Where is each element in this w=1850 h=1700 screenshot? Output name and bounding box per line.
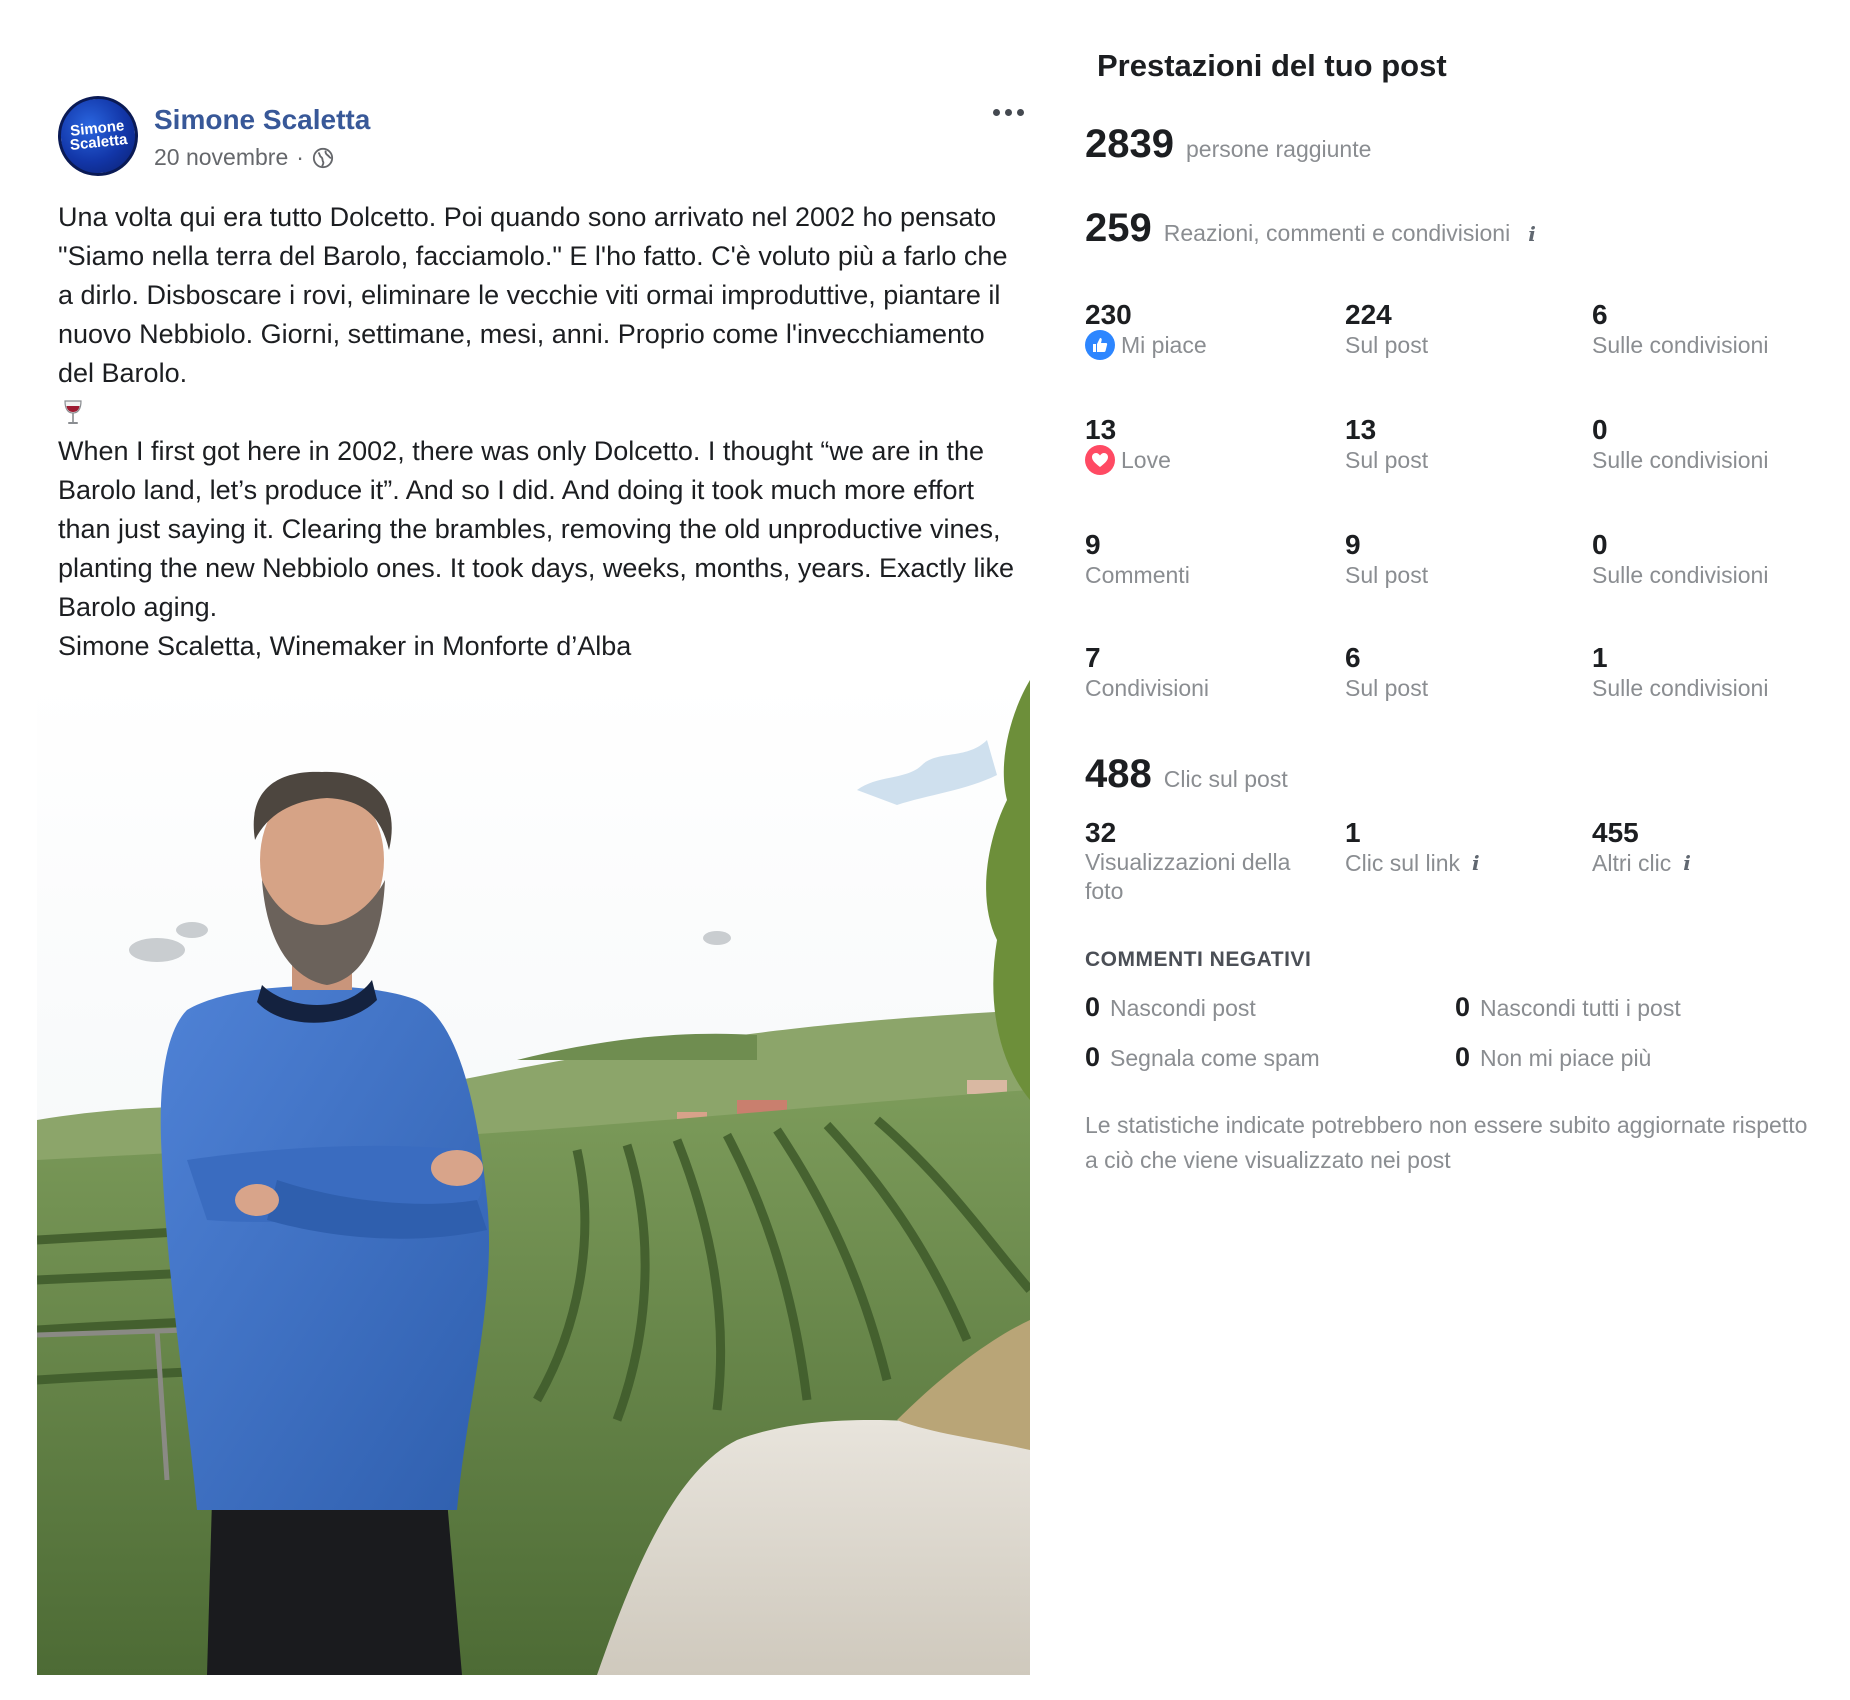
love-total-value: 13	[1085, 414, 1117, 445]
info-icon[interactable]: i	[1528, 222, 1536, 246]
more-options-icon[interactable]	[986, 100, 1030, 124]
like-on-shares-value: 6	[1592, 299, 1608, 330]
avatar-text-line2: Scaletta	[69, 131, 129, 154]
love-total-label: Love	[1121, 447, 1171, 473]
love-on-post-label: Sul post	[1345, 447, 1429, 473]
comments-on-post-stat: 9 Sul post	[1345, 530, 1428, 590]
like-total-stat: 230 Mi piace	[1085, 300, 1207, 360]
shares-on-post-stat: 6 Sul post	[1345, 643, 1428, 703]
negative-hide-all-label: Nascondi tutti i post	[1480, 995, 1681, 1021]
negative-hide-post-label: Nascondi post	[1110, 995, 1256, 1021]
comments-on-post-label: Sul post	[1345, 562, 1429, 588]
link-clicks-label-row: Clic sul link i	[1345, 848, 1480, 878]
comments-on-post-value: 9	[1345, 529, 1361, 560]
post-meta: 20 novembre ·	[154, 144, 334, 171]
reach-label: persone raggiunte	[1185, 136, 1372, 162]
love-icon	[1085, 445, 1115, 475]
like-total-value: 230	[1085, 299, 1132, 330]
post-clicks-value: 488	[1085, 752, 1152, 796]
insights-disclaimer: Le statistiche indicate potrebbero non e…	[1085, 1112, 1808, 1173]
love-on-post-value: 13	[1345, 414, 1377, 445]
post-photo[interactable]	[37, 680, 1030, 1675]
like-on-post-label: Sul post	[1345, 332, 1429, 358]
comments-total-stat: 9 Commenti	[1085, 530, 1190, 590]
other-clicks-stat: 455 Altri clic i	[1592, 818, 1691, 878]
info-icon[interactable]: i	[1683, 848, 1691, 878]
love-on-shares-value: 0	[1592, 414, 1608, 445]
comments-on-shares-stat: 0 Sulle condivisioni	[1592, 530, 1768, 590]
author-name[interactable]: Simone Scaletta	[154, 104, 370, 136]
post-text-italian: Una volta qui era tutto Dolcetto. Poi qu…	[58, 202, 1015, 388]
love-on-shares-stat: 0 Sulle condivisioni	[1592, 415, 1768, 475]
photo-views-label: Visualizzazioni della foto	[1085, 849, 1291, 904]
negative-unlike-value: 0	[1455, 1042, 1471, 1072]
shares-on-post-label: Sul post	[1345, 675, 1429, 701]
like-on-shares-stat: 6 Sulle condivisioni	[1592, 300, 1768, 360]
comments-on-shares-value: 0	[1592, 529, 1608, 560]
like-on-post-value: 224	[1345, 299, 1392, 330]
reach-stat: 2839 persone raggiunte	[1085, 122, 1371, 167]
insights-title: Prestazioni del tuo post	[1097, 48, 1447, 83]
negative-hide-post-value: 0	[1085, 992, 1101, 1022]
negative-feedback-title: COMMENTI NEGATIVI	[1085, 948, 1312, 971]
link-clicks-label: Clic sul link	[1345, 850, 1461, 876]
link-clicks-stat: 1 Clic sul link i	[1345, 818, 1480, 878]
meta-separator: ·	[296, 144, 304, 170]
photo-views-value: 32	[1085, 817, 1117, 848]
post-text: Una volta qui era tutto Dolcetto. Poi qu…	[58, 198, 1018, 666]
more-dot	[1004, 108, 1012, 116]
engagement-value: 259	[1085, 206, 1152, 250]
love-total-label-row: Love	[1085, 445, 1171, 475]
post-signature: Simone Scaletta, Winemaker in Monforte d…	[58, 631, 632, 661]
shares-on-post-value: 6	[1345, 642, 1361, 673]
reach-value: 2839	[1085, 122, 1174, 166]
other-clicks-label: Altri clic	[1592, 850, 1672, 876]
negative-spam-label: Segnala come spam	[1110, 1045, 1320, 1071]
negative-report-spam: 0 Segnala come spam	[1085, 1042, 1320, 1073]
like-on-shares-label: Sulle condivisioni	[1592, 332, 1769, 358]
love-total-stat: 13 Love	[1085, 415, 1171, 475]
negative-unlike-page: 0 Non mi piace più	[1455, 1042, 1651, 1073]
facebook-post: Simone Scaletta Simone Scaletta 20 novem…	[36, 92, 1030, 666]
shares-total-label: Condivisioni	[1085, 675, 1210, 701]
post-clicks-label: Clic sul post	[1163, 766, 1288, 792]
vineyard-photo-illustration	[37, 680, 1030, 1675]
shares-total-stat: 7 Condivisioni	[1085, 643, 1209, 703]
shares-on-shares-label: Sulle condivisioni	[1592, 675, 1769, 701]
comments-on-shares-label: Sulle condivisioni	[1592, 562, 1769, 588]
other-clicks-value: 455	[1592, 817, 1639, 848]
post-header: Simone Scaletta Simone Scaletta 20 novem…	[36, 92, 1030, 180]
negative-spam-value: 0	[1085, 1042, 1101, 1072]
negative-hide-all-posts: 0 Nascondi tutti i post	[1455, 992, 1681, 1023]
shares-on-shares-stat: 1 Sulle condivisioni	[1592, 643, 1768, 703]
link-clicks-value: 1	[1345, 817, 1361, 848]
post-date[interactable]: 20 novembre	[154, 144, 288, 171]
globe-icon[interactable]	[312, 147, 334, 169]
negative-unlike-label: Non mi piace più	[1480, 1045, 1652, 1071]
photo-views-stat: 32 Visualizzazioni della foto	[1085, 818, 1315, 906]
like-on-post-stat: 224 Sul post	[1345, 300, 1428, 360]
shares-total-value: 7	[1085, 642, 1101, 673]
love-on-post-stat: 13 Sul post	[1345, 415, 1428, 475]
shares-on-shares-value: 1	[1592, 642, 1608, 673]
love-on-shares-label: Sulle condivisioni	[1592, 447, 1769, 473]
post-text-english: When I first got here in 2002, there was…	[58, 436, 1022, 622]
negative-hide-all-value: 0	[1455, 992, 1471, 1022]
avatar[interactable]: Simone Scaletta	[54, 92, 142, 180]
wine-glass-icon	[58, 393, 1018, 432]
more-dot	[992, 108, 1000, 116]
info-icon[interactable]: i	[1472, 848, 1480, 878]
other-clicks-label-row: Altri clic i	[1592, 848, 1691, 878]
like-total-label: Mi piace	[1121, 332, 1207, 358]
more-dot	[1016, 108, 1024, 116]
negative-hide-post: 0 Nascondi post	[1085, 992, 1256, 1023]
like-icon	[1085, 330, 1115, 360]
comments-total-label: Commenti	[1085, 562, 1190, 588]
post-clicks-stat: 488 Clic sul post	[1085, 752, 1288, 797]
engagement-stat: 259 Reazioni, commenti e condivisioni i	[1085, 206, 1536, 251]
like-total-label-row: Mi piace	[1085, 330, 1207, 360]
engagement-label: Reazioni, commenti e condivisioni	[1163, 220, 1511, 246]
comments-total-value: 9	[1085, 529, 1101, 560]
